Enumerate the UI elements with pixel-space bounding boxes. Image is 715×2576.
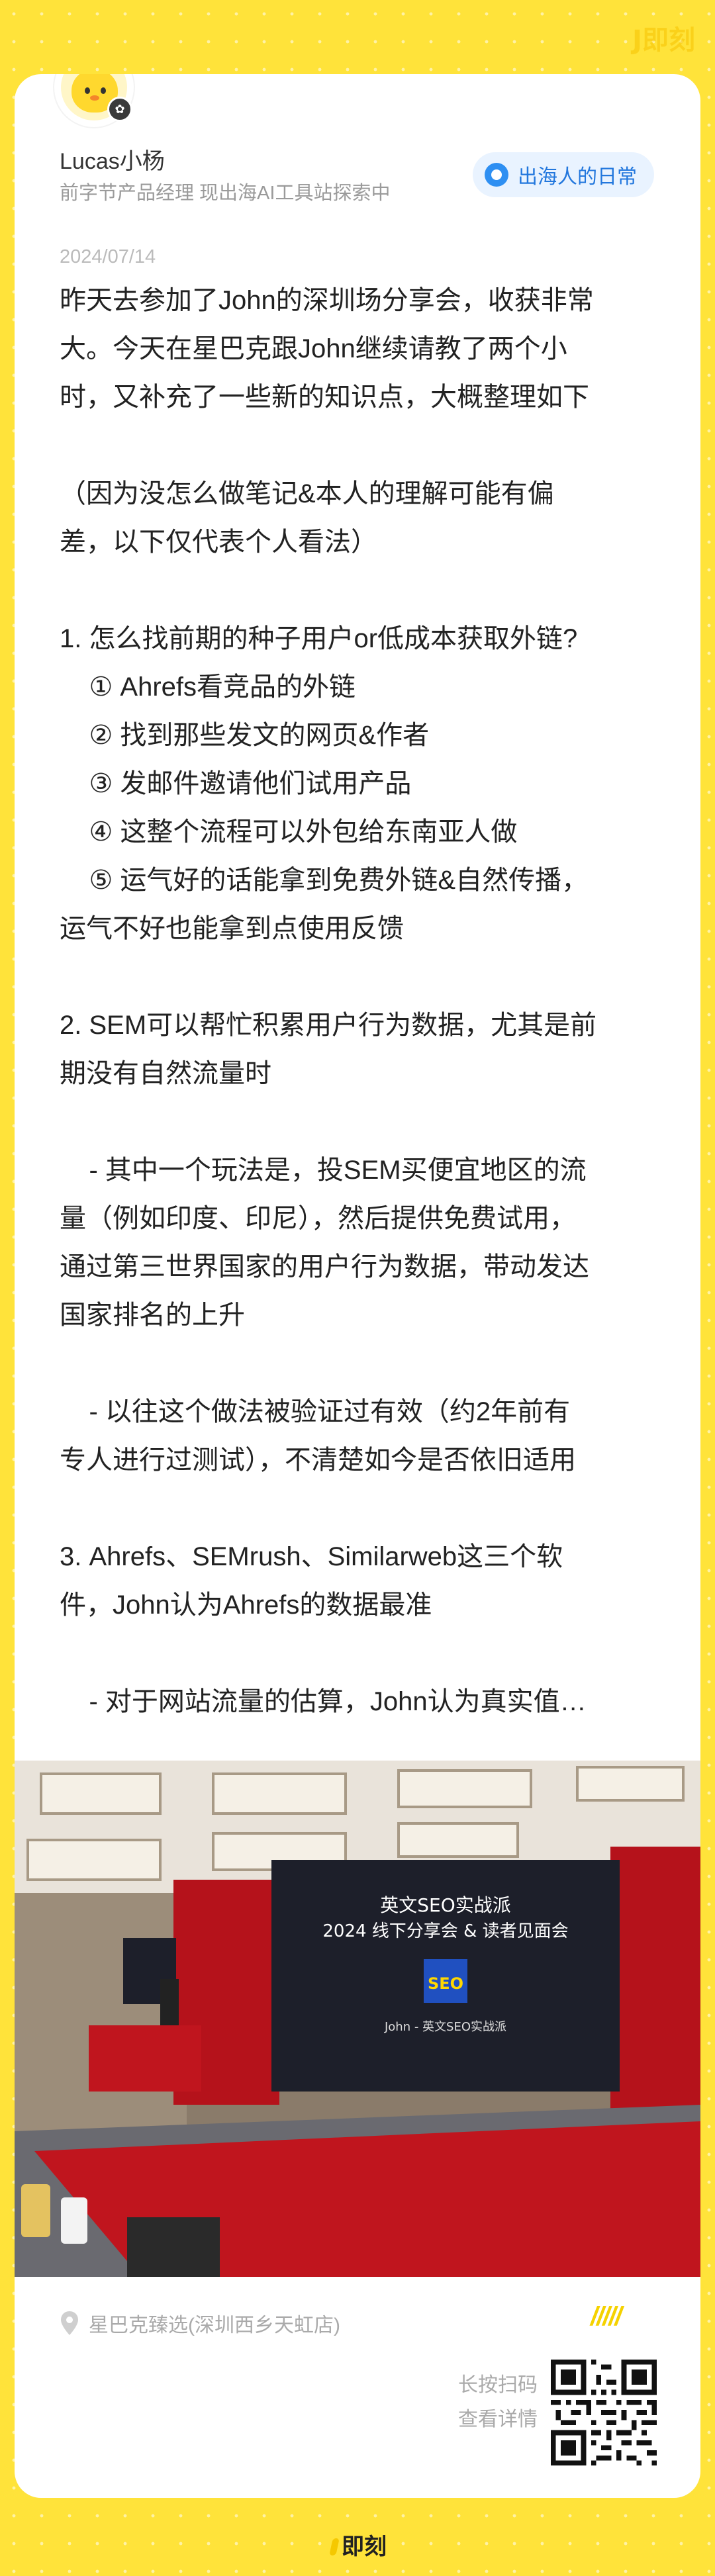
location-pin-icon (61, 2311, 78, 2335)
footer-logo: 即刻 (329, 2528, 387, 2561)
verified-badge-icon: ✿ (107, 97, 132, 122)
jike-watermark-logo: J即刻 (632, 25, 695, 56)
topic-label: 出海人的日常 (518, 166, 637, 188)
event-photo[interactable]: 英文SEO实战派 2024 线下分享会 & 读者见面会 SEO John - 英… (15, 1761, 700, 2277)
location[interactable]: 星巴克臻选(深圳西乡天虹店) (60, 2309, 340, 2338)
author-name[interactable]: Lucas小杨 (60, 143, 165, 175)
footer-logo-text: 即刻 (342, 2534, 387, 2559)
topic-tag[interactable]: 出海人的日常 (473, 152, 654, 197)
screen-title-line2: 2024 线下分享会 & 读者见面会 (322, 1921, 568, 1941)
author-bio: 前字节产品经理 现出海AI工具站探索中 (60, 183, 391, 204)
post-card: ✿ Lucas小杨 前字节产品经理 现出海AI工具站探索中 出海人的日常 202… (15, 74, 700, 2498)
qr-caption-line2: 查看详情 (458, 2409, 538, 2430)
topic-circle-icon (485, 163, 508, 187)
screen-title-line1: 英文SEO实战派 (380, 1894, 511, 1916)
post-content: 昨天去参加了John的深圳场分享会，收获非常 大。今天在星巴克跟John继续请教… (60, 286, 597, 1716)
post-date: 2024/07/14 (60, 246, 156, 267)
location-text: 星巴克臻选(深圳西乡天虹店) (89, 2315, 340, 2336)
qr-caption-line1: 长按扫码 (458, 2374, 538, 2396)
jike-logo-icon (329, 2538, 340, 2555)
screen-seo-logo: SEO (428, 1974, 463, 1993)
qr-code-icon[interactable] (551, 2360, 657, 2465)
screen-footer: John - 英文SEO实战派 (384, 2020, 506, 2034)
decorative-slashes: ///// (591, 2302, 622, 2331)
avatar[interactable]: ✿ (54, 74, 134, 127)
qr-caption: 长按扫码 查看详情 (438, 2368, 538, 2437)
